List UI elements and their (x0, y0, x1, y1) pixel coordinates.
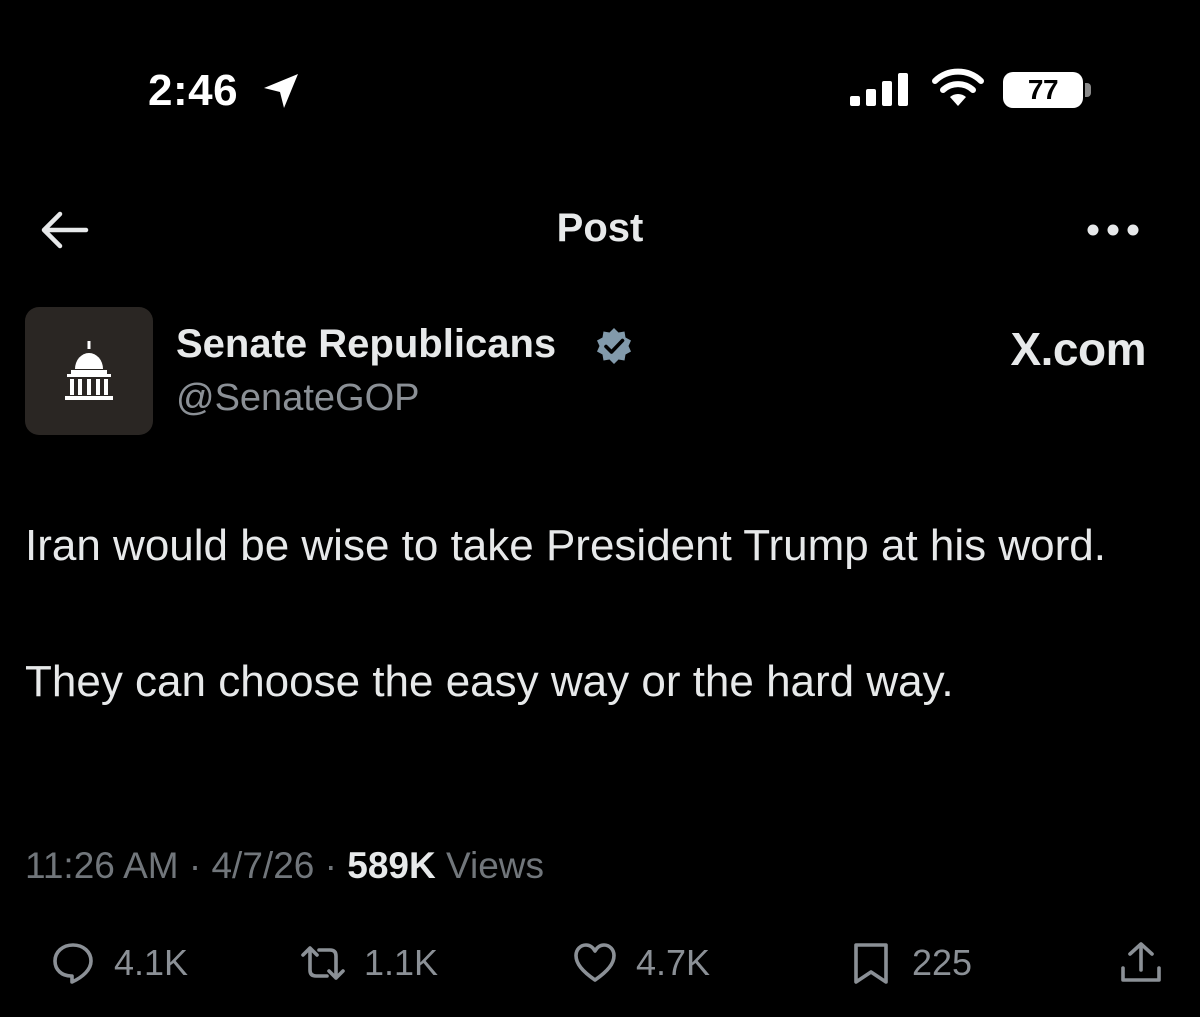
author-name[interactable]: Senate Republicans (176, 322, 556, 367)
meta-separator: · (188, 845, 202, 886)
status-time: 2:46 (148, 66, 239, 115)
like-button[interactable]: 4.7K (572, 935, 710, 991)
page-title: Post (556, 206, 644, 250)
x-com-watermark: X.com (1010, 323, 1146, 375)
post-screen: 2:46 77 Post Senate Republicans @SenateG… (0, 0, 1200, 1017)
author-handle[interactable]: @SenateGOP (176, 377, 419, 420)
bookmark-count: 225 (912, 942, 973, 983)
battery-indicator: 77 (1003, 72, 1083, 108)
verified-badge-icon (597, 328, 631, 364)
avatar[interactable] (25, 307, 153, 435)
share-icon (1121, 942, 1161, 982)
location-arrow-icon (264, 74, 298, 108)
post-paragraph: Iran would be wise to take President Tru… (25, 521, 1106, 570)
share-button[interactable] (1118, 935, 1164, 991)
heart-icon (574, 943, 616, 982)
meta-separator: · (324, 845, 337, 886)
repost-button[interactable]: 1.1K (300, 935, 438, 991)
battery-cap (1085, 83, 1091, 97)
like-count: 4.7K (636, 942, 711, 983)
bookmark-icon (854, 943, 888, 984)
repost-icon (301, 946, 345, 980)
more-options-icon[interactable] (1085, 218, 1141, 242)
reply-count: 4.1K (114, 942, 189, 983)
views-count: 589K (347, 845, 436, 886)
post-time[interactable]: 11:26 AM (25, 845, 179, 886)
reply-button[interactable]: 4.1K (50, 935, 188, 991)
cellular-signal-icon (850, 73, 908, 106)
battery-level: 77 (1027, 74, 1059, 105)
post-meta: 11:26 AM · 4/7/26 · 589K Views (25, 845, 544, 887)
views-label: Views (445, 845, 545, 886)
post-paragraph: They can choose the easy way or the hard… (25, 657, 954, 706)
post-date[interactable]: 4/7/26 (211, 845, 314, 886)
reply-icon (53, 943, 93, 984)
capitol-dome-icon (65, 341, 113, 400)
repost-count: 1.1K (364, 942, 439, 983)
bookmark-button[interactable]: 225 (848, 935, 972, 991)
wifi-icon (932, 68, 984, 106)
post-text: Iran would be wise to take President Tru… (25, 514, 1175, 714)
